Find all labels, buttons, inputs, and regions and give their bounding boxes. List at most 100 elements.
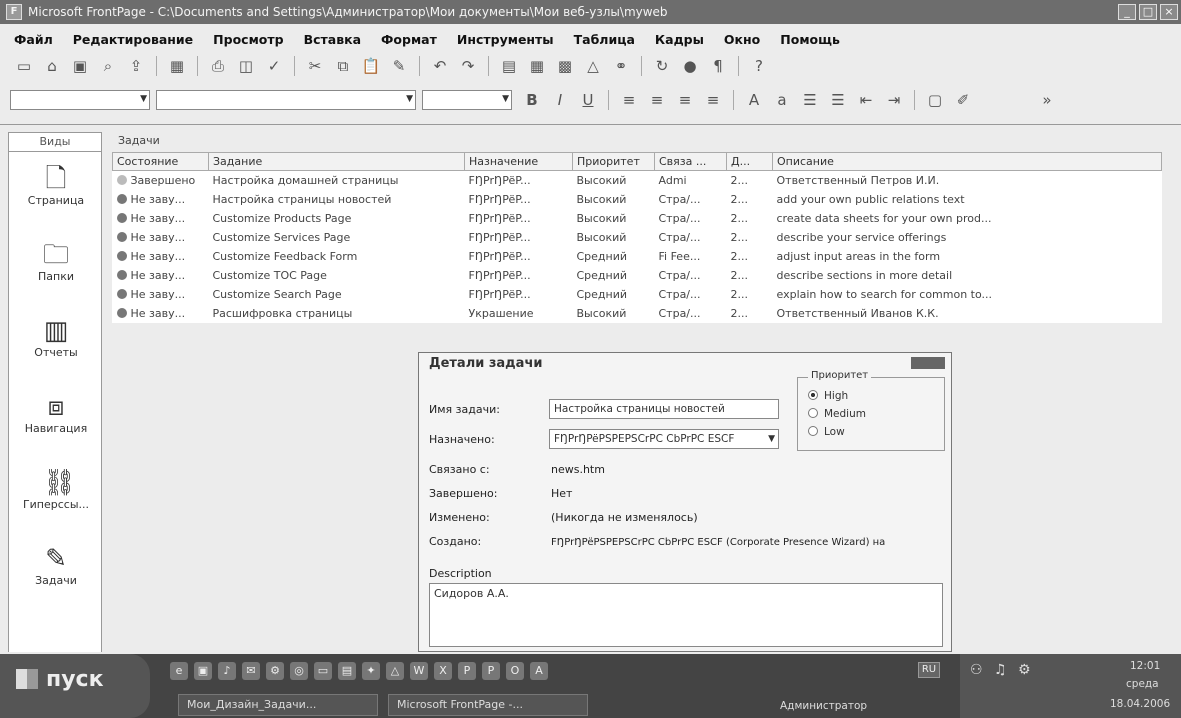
column-header-date[interactable]: Д... bbox=[726, 152, 773, 171]
style-combo[interactable]: ▼ bbox=[10, 90, 150, 110]
column-header-description[interactable]: Описание bbox=[772, 152, 1162, 171]
quicklaunch-settings-icon[interactable]: ⚙ bbox=[266, 662, 284, 680]
view-hyperlinks[interactable]: ⛓ Гиперссы... bbox=[9, 468, 103, 511]
paste-icon[interactable]: 📋 bbox=[361, 57, 381, 75]
view-folders[interactable]: 🗀 Папки bbox=[9, 240, 103, 283]
dialog-close-button[interactable] bbox=[911, 357, 945, 369]
menu-format[interactable]: Формат bbox=[381, 32, 437, 47]
toolbar-options-icon[interactable]: » bbox=[1037, 91, 1057, 109]
hyperlink-icon[interactable]: ⚭ bbox=[611, 57, 631, 75]
bullet-list-icon[interactable]: ☰ bbox=[828, 91, 848, 109]
task-name-input[interactable]: Настройка страницы новостей bbox=[549, 399, 779, 419]
align-right-icon[interactable]: ≡ bbox=[675, 91, 695, 109]
language-indicator[interactable]: RU bbox=[918, 662, 940, 678]
new-page-icon[interactable]: ▭ bbox=[14, 57, 34, 75]
save-icon[interactable]: ▣ bbox=[70, 57, 90, 75]
underline-icon[interactable]: U bbox=[578, 91, 598, 109]
increase-indent-icon[interactable]: ⇥ bbox=[884, 91, 904, 109]
publish-icon[interactable]: ⇪ bbox=[126, 57, 146, 75]
justify-icon[interactable]: ≡ bbox=[703, 91, 723, 109]
view-page[interactable]: 🗋 Страница bbox=[9, 164, 103, 207]
minimize-button[interactable]: _ bbox=[1118, 4, 1136, 20]
maximize-button[interactable]: □ bbox=[1139, 4, 1157, 20]
numbered-list-icon[interactable]: ☰ bbox=[800, 91, 820, 109]
network-icon[interactable]: ⚇ bbox=[970, 662, 983, 678]
highlight-icon[interactable]: ✐ bbox=[953, 91, 973, 109]
menu-table[interactable]: Таблица bbox=[574, 32, 635, 47]
font-size-combo[interactable]: ▼ bbox=[422, 90, 512, 110]
decrease-font-icon[interactable]: a bbox=[772, 91, 792, 109]
quicklaunch-media-icon[interactable]: ♪ bbox=[218, 662, 236, 680]
preview-icon[interactable]: ◫ bbox=[236, 57, 256, 75]
open-icon[interactable]: ⌂ bbox=[42, 57, 62, 75]
table-row[interactable]: Не заву... Customize TOC Page FŊPrŊPëP..… bbox=[113, 266, 1162, 285]
column-header-assigned[interactable]: Назначение bbox=[464, 152, 573, 171]
web-component-icon[interactable]: ▦ bbox=[167, 57, 187, 75]
insert-component-icon[interactable]: ▤ bbox=[499, 57, 519, 75]
print-icon[interactable]: ⎙ bbox=[208, 57, 228, 75]
quicklaunch-excel-icon[interactable]: X bbox=[434, 662, 452, 680]
format-painter-icon[interactable]: ✎ bbox=[389, 57, 409, 75]
quicklaunch-browser-icon[interactable]: ◎ bbox=[290, 662, 308, 680]
redo-icon[interactable]: ↷ bbox=[458, 57, 478, 75]
insert-picture-icon[interactable]: ▩ bbox=[555, 57, 575, 75]
menu-view[interactable]: Просмотр bbox=[213, 32, 283, 47]
quicklaunch-desktop-icon[interactable]: ▣ bbox=[194, 662, 212, 680]
drawing-icon[interactable]: △ bbox=[583, 57, 603, 75]
increase-font-icon[interactable]: A bbox=[744, 91, 764, 109]
quicklaunch-tool-icon[interactable]: ✦ bbox=[362, 662, 380, 680]
help-icon[interactable]: ? bbox=[749, 57, 769, 75]
quicklaunch-folder-icon[interactable]: ▭ bbox=[314, 662, 332, 680]
column-header-status[interactable]: Состояние bbox=[112, 152, 209, 171]
refresh-icon[interactable]: ↻ bbox=[652, 57, 672, 75]
priority-medium-radio[interactable]: Medium bbox=[808, 408, 866, 420]
undo-icon[interactable]: ↶ bbox=[430, 57, 450, 75]
menu-tools[interactable]: Инструменты bbox=[457, 32, 554, 47]
copy-icon[interactable]: ⧉ bbox=[333, 57, 353, 75]
spelling-icon[interactable]: ✓ bbox=[264, 57, 284, 75]
align-left-icon[interactable]: ≡ bbox=[619, 91, 639, 109]
start-button[interactable]: пуск bbox=[0, 654, 150, 718]
table-row[interactable]: Завершено Настройка домашней страницы FŊ… bbox=[113, 171, 1162, 190]
table-row[interactable]: Не заву... Customize Feedback Form FŊPrŊ… bbox=[113, 247, 1162, 266]
description-textarea[interactable]: Сидоров А.А. bbox=[429, 583, 943, 647]
paragraph-icon[interactable]: ¶ bbox=[708, 57, 728, 75]
priority-low-radio[interactable]: Low bbox=[808, 426, 845, 438]
align-center-icon[interactable]: ≡ bbox=[647, 91, 667, 109]
decrease-indent-icon[interactable]: ⇤ bbox=[856, 91, 876, 109]
menu-edit[interactable]: Редактирование bbox=[73, 32, 193, 47]
close-button[interactable]: × bbox=[1160, 4, 1178, 20]
quicklaunch-outlook-icon[interactable]: O bbox=[506, 662, 524, 680]
clock-time[interactable]: 12:01 bbox=[1130, 660, 1160, 672]
insert-table-icon[interactable]: ▦ bbox=[527, 57, 547, 75]
quicklaunch-access-icon[interactable]: A bbox=[530, 662, 548, 680]
view-tasks[interactable]: ✎ Задачи bbox=[9, 544, 103, 587]
view-reports[interactable]: ▥ Отчеты bbox=[9, 316, 103, 359]
menu-insert[interactable]: Вставка bbox=[304, 32, 361, 47]
table-row[interactable]: Не заву... Customize Products Page FŊPrŊ… bbox=[113, 209, 1162, 228]
quicklaunch-app-icon[interactable]: △ bbox=[386, 662, 404, 680]
taskbar-button-folder[interactable]: Мои_Дизайн_Задачи... bbox=[178, 694, 378, 716]
table-row[interactable]: Не заву... Customize Services Page FŊPrŊ… bbox=[113, 228, 1162, 247]
quicklaunch-publisher-icon[interactable]: P bbox=[482, 662, 500, 680]
menu-frames[interactable]: Кадры bbox=[655, 32, 704, 47]
volume-icon[interactable]: ♫ bbox=[994, 662, 1007, 678]
quicklaunch-mail-icon[interactable]: ✉ bbox=[242, 662, 260, 680]
table-row[interactable]: Не заву... Customize Search Page FŊPrŊPë… bbox=[113, 285, 1162, 304]
bold-icon[interactable]: B bbox=[522, 91, 542, 109]
priority-high-radio[interactable]: High bbox=[808, 390, 848, 402]
frontpage-app-icon[interactable]: F bbox=[6, 4, 22, 20]
italic-icon[interactable]: I bbox=[550, 91, 570, 109]
menu-file[interactable]: Файл bbox=[14, 32, 53, 47]
table-row[interactable]: Не заву... Расшифровка страницы Украшени… bbox=[113, 304, 1162, 323]
font-combo[interactable]: ▼ bbox=[156, 90, 416, 110]
quicklaunch-internet-icon[interactable]: e bbox=[170, 662, 188, 680]
table-row[interactable]: Не заву... Настройка страницы новостей F… bbox=[113, 190, 1162, 209]
assigned-combo[interactable]: FŊPrŊPëPSPEPSCrPC CbPrPC ESCF ▼ bbox=[549, 429, 779, 449]
border-icon[interactable]: ▢ bbox=[925, 91, 945, 109]
view-navigation[interactable]: ⧈ Навигация bbox=[9, 392, 103, 435]
column-header-task[interactable]: Задание bbox=[208, 152, 465, 171]
column-header-linked[interactable]: Связа ... bbox=[654, 152, 727, 171]
column-header-priority[interactable]: Приоритет bbox=[572, 152, 655, 171]
quicklaunch-powerpoint-icon[interactable]: P bbox=[458, 662, 476, 680]
